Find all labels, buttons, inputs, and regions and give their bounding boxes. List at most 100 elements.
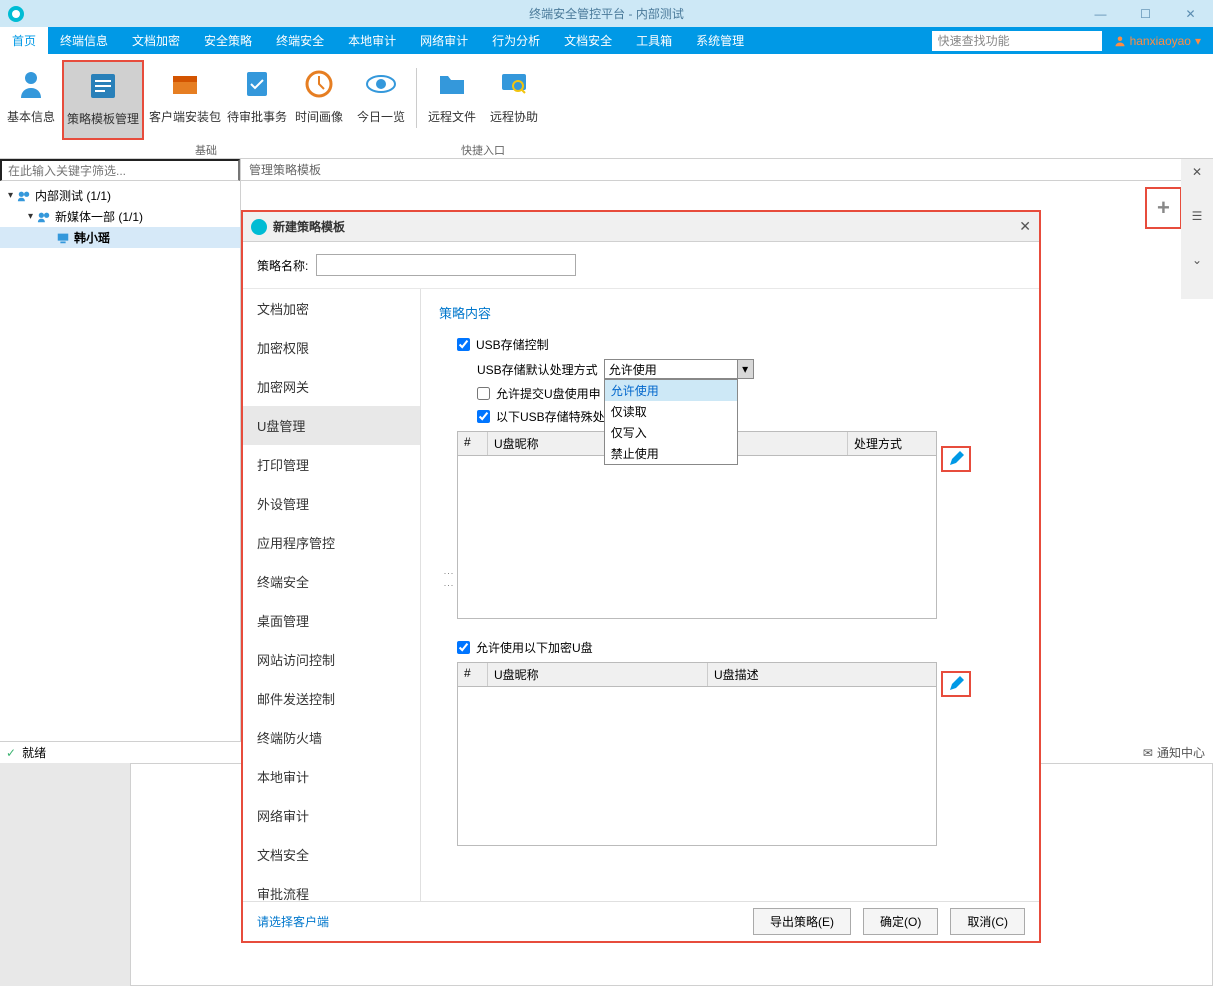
combo-value: 允许使用: [609, 361, 657, 378]
ribbon-policy-template[interactable]: 策略模板管理: [62, 60, 144, 140]
special-handle-label: 以下USB存储特殊处: [496, 408, 605, 425]
cancel-button[interactable]: 取消(C): [950, 908, 1025, 935]
ribbon-label: 待审批事务: [227, 108, 287, 125]
side-item-approval[interactable]: 审批流程: [243, 874, 420, 901]
tree-label: 韩小瑶: [74, 229, 110, 246]
gutter-chevron-down-icon[interactable]: ⌄: [1192, 253, 1202, 267]
tab-sysadmin[interactable]: 系统管理: [684, 27, 756, 54]
combo-option[interactable]: 仅写入: [605, 422, 737, 443]
side-item-encrypt-gateway[interactable]: 加密网关: [243, 367, 420, 406]
content-tab[interactable]: 管理策略模板: [241, 159, 1213, 181]
gutter-menu-icon[interactable]: ☰: [1192, 209, 1203, 223]
content-heading: 策略内容: [439, 303, 1021, 322]
tree-filter-input[interactable]: [0, 159, 240, 181]
side-item-terminal-sec[interactable]: 终端安全: [243, 562, 420, 601]
org-sidebar: ▾ 内部测试 (1/1) ▾ 新媒体一部 (1/1) 韩小瑶: [0, 159, 241, 741]
edit-table2-button[interactable]: [941, 671, 971, 697]
splitter-handle[interactable]: ⋮⋮: [443, 569, 454, 593]
tree-label: 新媒体一部 (1/1): [55, 208, 143, 225]
clock-icon: [303, 68, 335, 100]
allow-encrypt-checkbox[interactable]: [457, 641, 470, 654]
right-gutter: ✕ ☰ ⌄: [1181, 159, 1213, 299]
combo-option[interactable]: 允许使用: [605, 380, 737, 401]
tab-local-audit[interactable]: 本地审计: [336, 27, 408, 54]
tab-doc-security[interactable]: 文档安全: [552, 27, 624, 54]
allow-encrypt-label: 允许使用以下加密U盘: [476, 639, 593, 656]
ok-button[interactable]: 确定(O): [863, 908, 938, 935]
group-icon: [37, 210, 51, 224]
tab-home[interactable]: 首页: [0, 27, 48, 54]
side-item-doc-sec[interactable]: 文档安全: [243, 835, 420, 874]
side-item-usb-manage[interactable]: U盘管理: [243, 406, 420, 445]
tab-network-audit[interactable]: 网络审计: [408, 27, 480, 54]
plus-icon: +: [1157, 195, 1170, 220]
footer-hint[interactable]: 请选择客户端: [257, 913, 329, 930]
notification-center[interactable]: ✉ 通知中心: [1143, 744, 1205, 761]
ribbon-label: 远程文件: [428, 108, 476, 125]
tree-node-dept[interactable]: ▾ 新媒体一部 (1/1): [0, 206, 240, 227]
minimize-button[interactable]: —: [1078, 0, 1123, 27]
ribbon-time-profile[interactable]: 时间画像: [288, 60, 350, 140]
side-item-doc-encrypt[interactable]: 文档加密: [243, 289, 420, 328]
combo-option[interactable]: 禁止使用: [605, 443, 737, 464]
side-item-website[interactable]: 网站访问控制: [243, 640, 420, 679]
side-item-print-manage[interactable]: 打印管理: [243, 445, 420, 484]
tab-security-policy[interactable]: 安全策略: [192, 27, 264, 54]
ribbon-pending-approval[interactable]: 待审批事务: [226, 60, 288, 140]
close-window-button[interactable]: ✕: [1168, 0, 1213, 27]
usb-control-label: USB存储控制: [476, 336, 549, 353]
gutter-close-icon[interactable]: ✕: [1192, 165, 1202, 179]
quick-search-input[interactable]: [932, 31, 1102, 51]
allow-submit-label: 允许提交U盘使用申: [496, 385, 601, 402]
add-template-button[interactable]: +: [1145, 187, 1182, 229]
ribbon-remote-file[interactable]: 远程文件: [421, 60, 483, 140]
tab-doc-encrypt[interactable]: 文档加密: [120, 27, 192, 54]
tab-terminal-info[interactable]: 终端信息: [48, 27, 120, 54]
ribbon-today-overview[interactable]: 今日一览: [350, 60, 412, 140]
side-item-desktop[interactable]: 桌面管理: [243, 601, 420, 640]
tab-terminal-security[interactable]: 终端安全: [264, 27, 336, 54]
ribbon-client-installer[interactable]: 客户端安装包: [144, 60, 226, 140]
encrypt-usb-table: # U盘昵称 U盘描述: [457, 662, 937, 846]
ribbon-basic-info[interactable]: 基本信息: [0, 60, 62, 140]
ribbon-remote-assist[interactable]: 远程协助: [483, 60, 545, 140]
maximize-button[interactable]: ☐: [1123, 0, 1168, 27]
ribbon-label: 客户端安装包: [149, 108, 221, 125]
tree-node-root[interactable]: ▾ 内部测试 (1/1): [0, 185, 240, 206]
side-item-local-audit[interactable]: 本地审计: [243, 757, 420, 796]
side-item-net-audit[interactable]: 网络审计: [243, 796, 420, 835]
ribbon-separator: [416, 68, 417, 128]
person-icon: [15, 68, 47, 100]
export-policy-button[interactable]: 导出策略(E): [753, 908, 851, 935]
chevron-down-icon: ▾: [28, 211, 33, 222]
combo-dropdown-button[interactable]: ▾: [738, 359, 754, 379]
policy-name-label: 策略名称:: [257, 257, 308, 274]
tab-behavior[interactable]: 行为分析: [480, 27, 552, 54]
combo-option[interactable]: 仅读取: [605, 401, 737, 422]
side-item-encrypt-perm[interactable]: 加密权限: [243, 328, 420, 367]
edit-table1-button[interactable]: [941, 446, 971, 472]
side-item-peripheral[interactable]: 外设管理: [243, 484, 420, 523]
check-icon: ✓: [6, 746, 16, 760]
user-caret-icon: ▾: [1195, 34, 1201, 48]
user-menu[interactable]: hanxiaoyao ▾: [1102, 34, 1213, 48]
tree-node-user[interactable]: 韩小瑶: [0, 227, 240, 248]
ribbon-toolbar: 基本信息 策略模板管理 客户端安装包 待审批事务 时间画像 今日一览: [0, 54, 1213, 159]
policy-name-input[interactable]: [316, 254, 576, 276]
dialog-titlebar: 新建策略模板 ✕: [243, 212, 1039, 242]
dialog-close-button[interactable]: ✕: [1019, 218, 1031, 235]
side-item-app-control[interactable]: 应用程序管控: [243, 523, 420, 562]
package-icon: [169, 68, 201, 100]
special-handle-checkbox[interactable]: [477, 410, 490, 423]
usb-default-combobox[interactable]: 允许使用 ▾ 允许使用 仅读取 仅写入 禁止使用: [604, 359, 754, 379]
tab-toolbox[interactable]: 工具箱: [624, 27, 684, 54]
usb-control-checkbox[interactable]: [457, 338, 470, 351]
allow-submit-checkbox[interactable]: [477, 387, 490, 400]
th-index: #: [458, 432, 488, 455]
folder-icon: [436, 68, 468, 100]
th-desc: U盘描述: [708, 663, 936, 686]
org-tree: ▾ 内部测试 (1/1) ▾ 新媒体一部 (1/1) 韩小瑶: [0, 181, 240, 741]
eye-icon: [365, 68, 397, 100]
side-item-firewall[interactable]: 终端防火墙: [243, 718, 420, 757]
side-item-email[interactable]: 邮件发送控制: [243, 679, 420, 718]
